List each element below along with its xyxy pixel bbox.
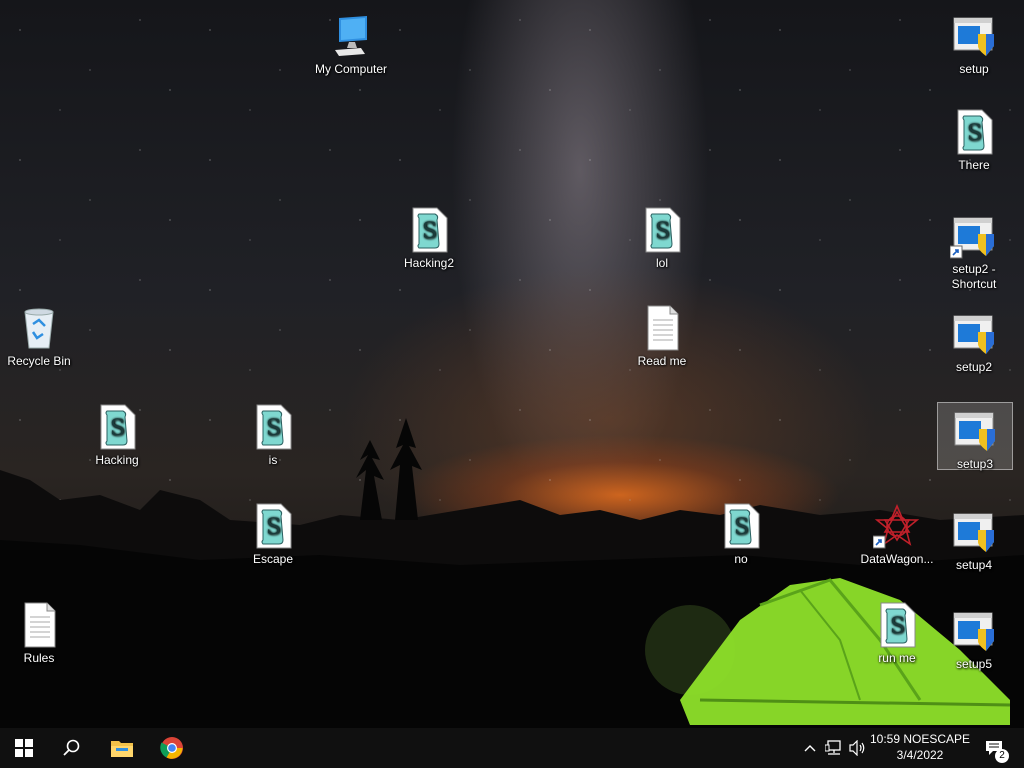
icon-label: setup (959, 62, 989, 76)
icon-label: setup2 - Shortcut (951, 262, 997, 291)
icon-label: no (734, 552, 748, 566)
setup-installer-icon (950, 217, 994, 259)
setup-installer-icon (953, 612, 994, 651)
chrome-button[interactable] (148, 728, 196, 768)
desktop-icon-hacking2[interactable]: S Hacking2 (387, 202, 471, 271)
taskbar: 10:59 NOESCAPE 3/4/2022 2 (0, 728, 1024, 768)
clock[interactable]: 10:59 NOESCAPE 3/4/2022 (866, 731, 974, 763)
text-document-icon (24, 602, 56, 648)
icon-label: DataWagon... (860, 552, 934, 566)
svg-text:S: S (655, 219, 670, 244)
desktop-icon-read-me[interactable]: Read me (620, 300, 704, 369)
recycle-bin-icon (24, 308, 54, 349)
desktop-icon-is[interactable]: S is (231, 399, 315, 468)
desktop-icon-setup[interactable]: setup (932, 8, 1016, 77)
icon-label: is (268, 453, 278, 467)
datawagon-app-icon (873, 503, 920, 549)
desktop-icon-hacking[interactable]: S Hacking (75, 399, 159, 468)
icon-label: Recycle Bin (7, 354, 71, 368)
script-file-icon: S (645, 207, 681, 253)
desktop-icon-setup2[interactable]: setup2 (932, 306, 1016, 375)
desktop-icon-recycle-bin[interactable]: Recycle Bin (0, 300, 81, 369)
desktop-icon-no[interactable]: S no (699, 498, 783, 567)
clock-date: 3/4/2022 (896, 748, 944, 762)
chrome-icon (160, 737, 183, 759)
desktop-icon-setup4[interactable]: setup4 (932, 504, 1016, 573)
icon-label: lol (655, 256, 668, 270)
svg-text:S: S (890, 614, 905, 639)
icon-label: setup5 (955, 657, 993, 671)
icon-label: Escape (252, 552, 294, 566)
svg-text:S: S (734, 515, 749, 540)
desktop-icon-setup5[interactable]: setup5 (932, 603, 1016, 672)
desktop-icon-lol[interactable]: S lol (620, 202, 704, 271)
desktop-icon-run-me[interactable]: S run me (855, 597, 939, 666)
desktop-icon-escape[interactable]: S Escape (231, 498, 315, 567)
folder-icon (111, 741, 133, 757)
script-file-icon: S (256, 503, 292, 549)
chevron-up-icon (804, 745, 816, 752)
icon-label: My Computer (314, 62, 388, 76)
desktop-icon-my-computer[interactable]: My Computer (309, 8, 393, 77)
windows-logo-icon (15, 739, 33, 757)
svg-text:S: S (967, 121, 982, 146)
icon-label: setup3 (956, 457, 994, 471)
clock-time: 10:59 NOESCAPE (869, 732, 971, 746)
icon-label: Rules (23, 651, 55, 665)
computer-monitor-icon (335, 16, 367, 56)
svg-text:S: S (266, 515, 281, 540)
desktop-icon-setup2-shortcut[interactable]: setup2 - Shortcut (932, 208, 1016, 292)
file-explorer-button[interactable] (98, 728, 146, 768)
notification-count-badge: 2 (995, 749, 1009, 763)
icon-label: run me (878, 651, 916, 665)
icon-label: setup2 (955, 360, 993, 374)
script-file-icon: S (724, 503, 760, 549)
script-file-icon: S (256, 404, 292, 450)
desktop[interactable]: My Computer setup S There S Hacking2 S l… (0, 0, 1024, 728)
network-button[interactable] (824, 738, 844, 758)
desktop-icon-rules[interactable]: Rules (0, 597, 81, 666)
setup-installer-icon (953, 315, 994, 354)
icon-label: Read me (637, 354, 687, 368)
desktop-icon-datawagon[interactable]: DataWagon... (855, 498, 939, 567)
search-icon (63, 739, 80, 756)
show-hidden-icons-button[interactable] (800, 738, 820, 758)
icon-label: There (958, 158, 990, 172)
speaker-volume-icon (849, 740, 865, 756)
script-file-icon: S (880, 602, 916, 648)
svg-text:S: S (266, 416, 281, 441)
desktop-icon-there[interactable]: S There (932, 104, 1016, 173)
setup-installer-icon (954, 412, 995, 451)
icon-label: Hacking2 (403, 256, 455, 270)
setup-installer-icon (953, 513, 994, 552)
search-button[interactable] (48, 728, 96, 768)
svg-text:S: S (422, 219, 437, 244)
desktop-icon-setup3[interactable]: setup3 (937, 402, 1013, 471)
script-file-icon: S (100, 404, 136, 450)
volume-button[interactable] (848, 738, 868, 758)
svg-text:S: S (110, 416, 125, 441)
icon-label: Hacking (95, 453, 139, 467)
network-icon (825, 740, 841, 755)
action-center-button[interactable]: 2 (984, 738, 1009, 763)
script-file-icon: S (957, 109, 993, 155)
start-button[interactable] (0, 728, 48, 768)
setup-installer-icon (953, 17, 994, 56)
icon-label: setup4 (955, 558, 993, 572)
script-file-icon: S (412, 207, 448, 253)
text-document-icon (647, 305, 679, 351)
